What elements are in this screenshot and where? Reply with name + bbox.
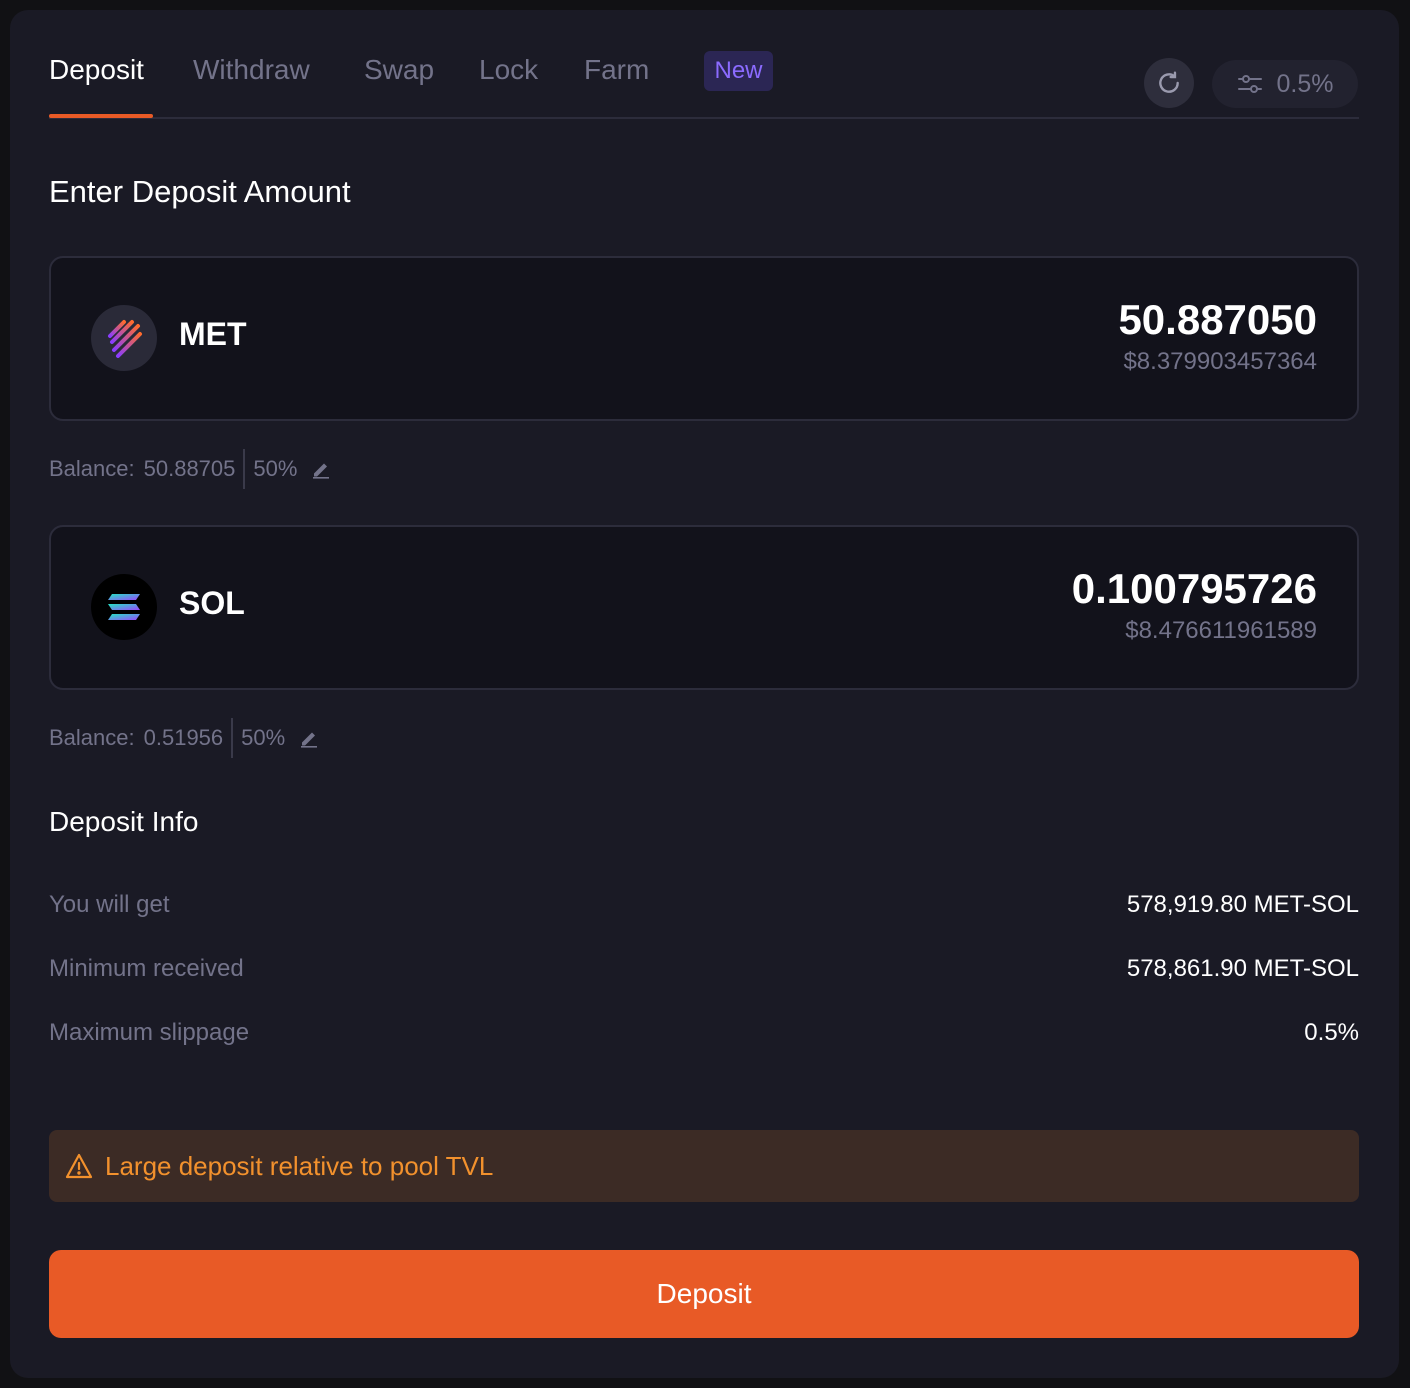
section-title: Enter Deposit Amount <box>49 174 351 209</box>
usd-value: $8.476611961589 <box>1125 617 1317 644</box>
amount-input[interactable] <box>817 565 1317 613</box>
info-row-maximum-slippage: Maximum slippage 0.5% <box>49 1019 1359 1051</box>
balance-row-met: Balance: 50.88705 50% <box>49 449 331 489</box>
tab-withdraw-label: Withdraw <box>193 54 310 85</box>
percent-button[interactable]: 50% <box>253 456 297 482</box>
slippage-value: 0.5% <box>1276 69 1334 98</box>
token-input-sol[interactable]: SOL $8.476611961589 <box>49 525 1359 690</box>
balance-row-sol: Balance: 0.51956 50% <box>49 718 319 758</box>
usd-value: $8.379903457364 <box>1123 348 1317 375</box>
percent-button[interactable]: 50% <box>241 725 285 751</box>
info-label: Minimum received <box>49 955 244 982</box>
tab-deposit[interactable]: Deposit <box>49 50 153 118</box>
tab-swap-label: Swap <box>364 54 435 85</box>
tab-lock-label: Lock <box>479 54 539 85</box>
tab-farm[interactable]: Farm <box>584 50 649 117</box>
active-tab-underline <box>49 114 153 118</box>
balance-value[interactable]: 50.88705 <box>144 456 236 482</box>
met-token-icon <box>91 305 157 371</box>
edit-icon[interactable] <box>299 728 319 748</box>
refresh-icon <box>1159 71 1179 93</box>
balance-label: Balance: <box>49 456 135 481</box>
edit-icon[interactable] <box>311 459 331 479</box>
tab-withdraw[interactable]: Withdraw <box>193 50 310 117</box>
deposit-panel: Deposit Withdraw Swap Lock Farm New 0.5% <box>10 10 1399 1378</box>
info-value: 578,861.90 MET-SOL <box>1126 955 1359 982</box>
sliders-icon <box>1237 75 1262 93</box>
tab-deposit-label: Deposit <box>49 54 144 85</box>
tab-swap[interactable]: Swap <box>364 50 434 117</box>
tab-lock[interactable]: Lock <box>479 50 538 117</box>
slippage-settings-button[interactable]: 0.5% <box>1212 60 1358 108</box>
token-symbol: MET <box>179 316 247 352</box>
sol-token-icon <box>91 574 157 640</box>
refresh-button[interactable] <box>1144 58 1194 108</box>
info-label: Maximum slippage <box>49 1019 250 1046</box>
balance-value[interactable]: 0.51956 <box>144 725 224 751</box>
warning-banner: Large deposit relative to pool TVL <box>49 1130 1359 1202</box>
divider <box>231 718 234 758</box>
tab-farm-label: Farm <box>584 54 650 85</box>
info-label: You will get <box>49 891 170 918</box>
divider <box>243 449 246 489</box>
info-row-you-will-get: You will get 578,919.80 MET-SOL <box>49 891 1359 923</box>
new-badge: New <box>704 51 773 91</box>
balance-label: Balance: <box>49 725 135 750</box>
info-value: 578,919.80 MET-SOL <box>1126 891 1359 918</box>
amount-input[interactable] <box>817 296 1317 344</box>
info-value: 0.5% <box>1304 1019 1359 1046</box>
warning-text: Large deposit relative to pool TVL <box>105 1150 494 1181</box>
deposit-button[interactable]: Deposit <box>49 1250 1359 1338</box>
token-input-met[interactable]: MET $8.379903457364 <box>49 256 1359 421</box>
warning-icon <box>65 1153 93 1179</box>
deposit-info-title: Deposit Info <box>49 806 199 837</box>
token-symbol: SOL <box>179 585 245 621</box>
info-row-minimum-received: Minimum received 578,861.90 MET-SOL <box>49 955 1359 987</box>
